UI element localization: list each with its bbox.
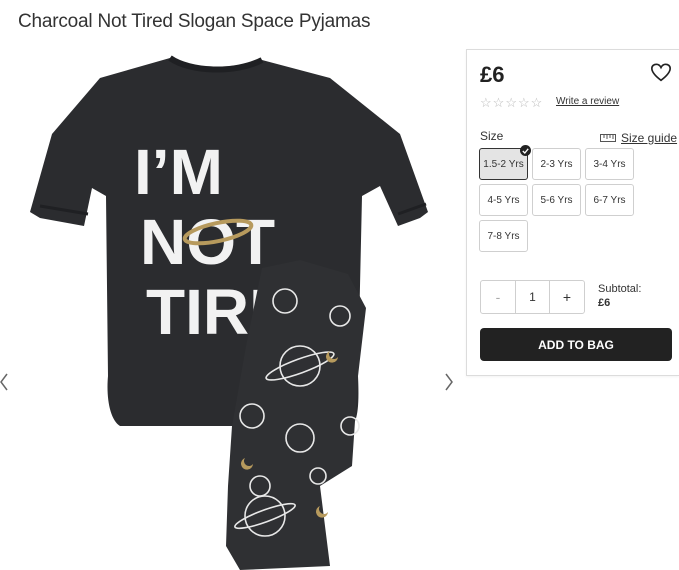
size-options: 1.5-2 Yrs 2-3 Yrs 3-4 Yrs 4-5 Yrs 5-6 Yr… bbox=[479, 145, 639, 252]
wishlist-button[interactable] bbox=[650, 62, 672, 84]
gallery-next-button[interactable] bbox=[441, 366, 457, 398]
size-option-label: 3-4 Yrs bbox=[593, 158, 626, 170]
quantity-value[interactable]: 1 bbox=[514, 281, 550, 313]
star-icon: ☆ bbox=[492, 95, 505, 110]
size-option-label: 4-5 Yrs bbox=[487, 194, 520, 206]
size-option[interactable]: 6-7 Yrs bbox=[585, 184, 634, 216]
size-option-label: 6-7 Yrs bbox=[593, 194, 626, 206]
subtotal: Subtotal: £6 bbox=[598, 282, 641, 310]
size-option-label: 1.5-2 Yrs bbox=[483, 158, 524, 170]
product-image-gallery: I’M NOT TIRE bbox=[0, 46, 462, 570]
buy-panel: £6 ☆ ☆ ☆ ☆ ☆ Write a review Size Size gu… bbox=[466, 49, 679, 376]
rating-stars: ☆ ☆ ☆ ☆ ☆ bbox=[480, 96, 542, 109]
size-option-label: 2-3 Yrs bbox=[540, 158, 573, 170]
star-icon: ☆ bbox=[517, 95, 530, 110]
gallery-prev-button[interactable] bbox=[0, 366, 12, 398]
write-review-link[interactable]: Write a review bbox=[556, 96, 619, 107]
shirt-slogan-line1: I’M bbox=[134, 136, 223, 208]
quantity-stepper: - 1 + bbox=[480, 280, 585, 314]
size-option[interactable]: 4-5 Yrs bbox=[479, 184, 528, 216]
size-option[interactable]: 5-6 Yrs bbox=[532, 184, 581, 216]
add-to-bag-button[interactable]: ADD TO BAG bbox=[480, 328, 672, 361]
size-guide-link[interactable]: Size guide bbox=[600, 131, 677, 145]
size-option[interactable]: 7-8 Yrs bbox=[479, 220, 528, 252]
size-option-label: 5-6 Yrs bbox=[540, 194, 573, 206]
product-image: I’M NOT TIRE bbox=[30, 55, 428, 570]
size-option[interactable]: 3-4 Yrs bbox=[585, 148, 634, 180]
quantity-increase-button[interactable]: + bbox=[550, 281, 584, 313]
subtotal-label: Subtotal: bbox=[598, 283, 642, 295]
chevron-left-icon bbox=[0, 373, 8, 391]
size-label: Size bbox=[480, 129, 504, 143]
size-option-label: 7-8 Yrs bbox=[487, 230, 520, 242]
product-title: Charcoal Not Tired Slogan Space Pyjamas bbox=[18, 11, 371, 32]
quantity-decrease-button[interactable]: - bbox=[481, 281, 515, 313]
size-option[interactable]: 2-3 Yrs bbox=[532, 148, 581, 180]
chevron-right-icon bbox=[445, 373, 453, 391]
star-icon: ☆ bbox=[530, 95, 543, 110]
star-icon: ☆ bbox=[505, 95, 517, 110]
size-guide-label: Size guide bbox=[621, 131, 678, 145]
size-option[interactable]: 1.5-2 Yrs bbox=[479, 145, 531, 180]
price: £6 bbox=[480, 62, 505, 87]
checkmark-icon bbox=[520, 145, 531, 156]
heart-icon bbox=[651, 63, 671, 82]
star-icon: ☆ bbox=[480, 95, 492, 110]
ruler-icon bbox=[600, 134, 616, 142]
subtotal-value: £6 bbox=[598, 297, 611, 309]
